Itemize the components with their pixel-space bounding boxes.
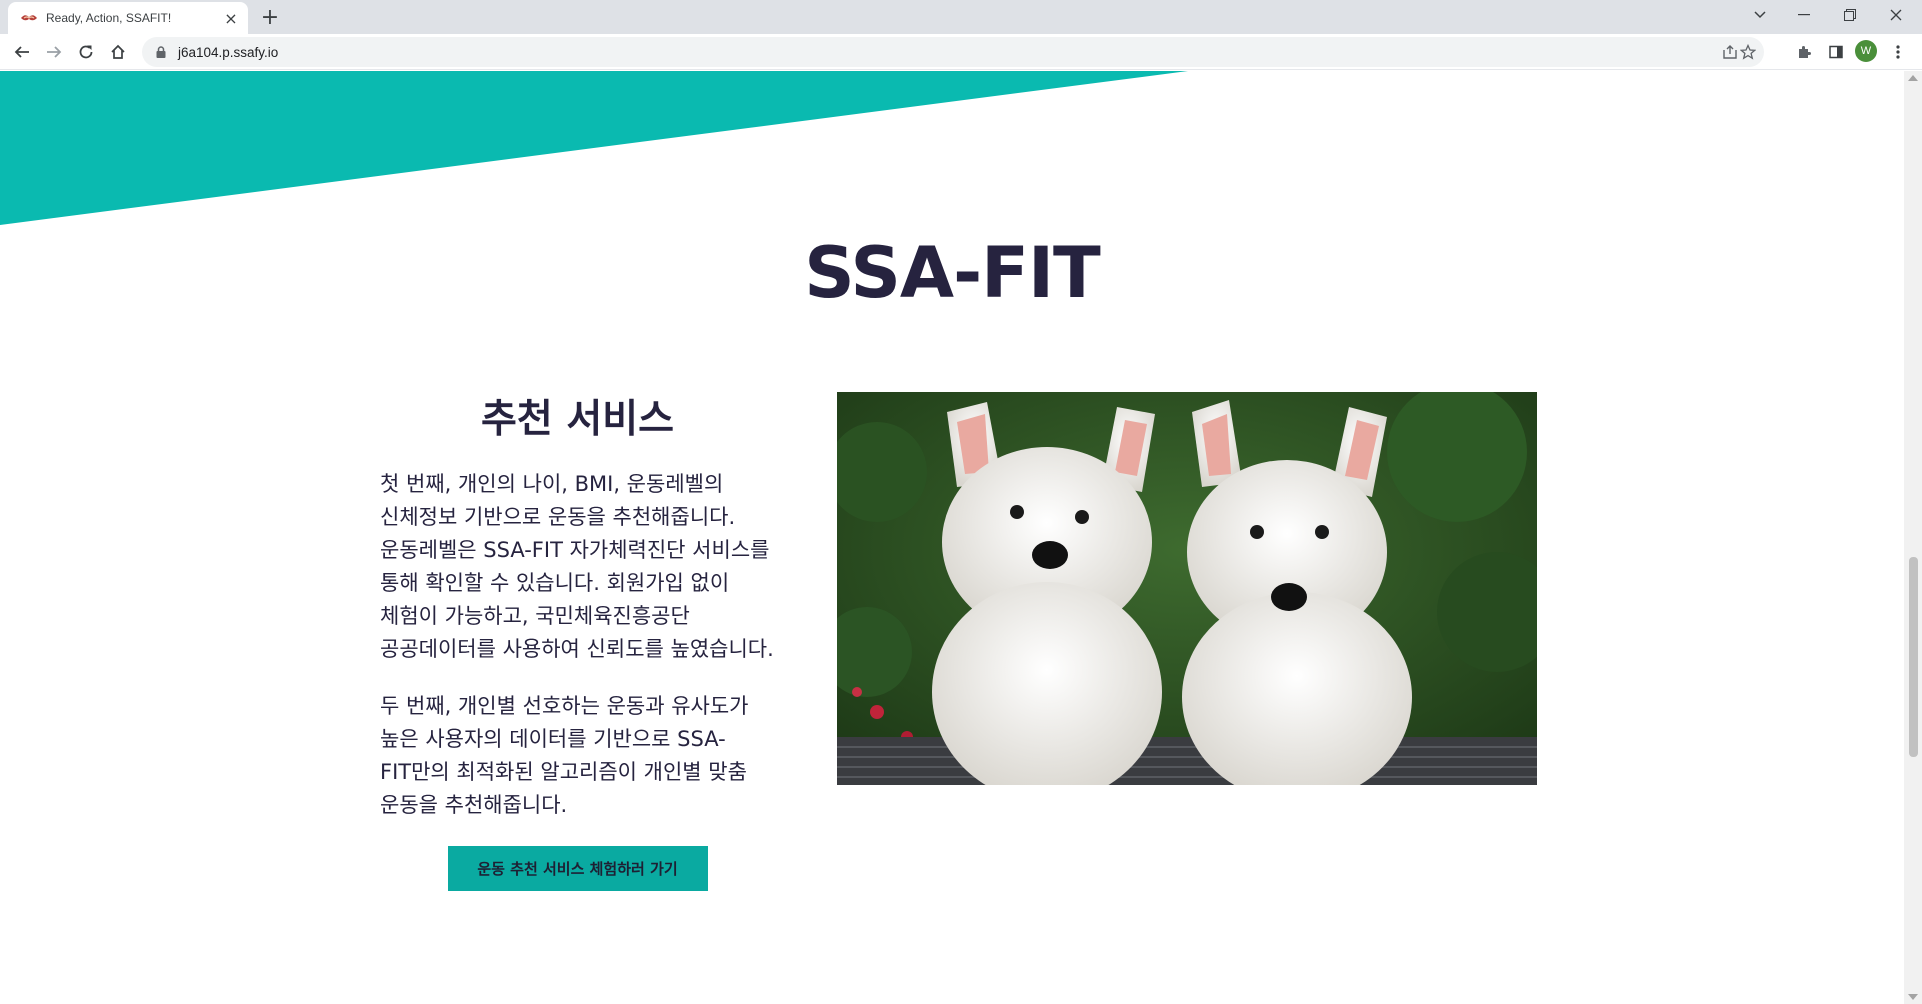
- scroll-down-icon[interactable]: [1908, 994, 1918, 1000]
- side-panel-icon[interactable]: [1822, 38, 1850, 66]
- tab-title: Ready, Action, SSAFIT!: [46, 11, 172, 25]
- extensions-icon[interactable]: [1790, 38, 1818, 66]
- try-recommend-button[interactable]: 운동 추천 서비스 체험하러 가기: [447, 846, 708, 891]
- recommend-section: 추천 서비스 첫 번째, 개인의 나이, BMI, 운동레벨의 신체정보 기반으…: [380, 388, 775, 891]
- tab-strip: Ready, Action, SSAFIT! × +: [0, 0, 1922, 34]
- new-tab-icon[interactable]: +: [258, 5, 282, 30]
- description-paragraph-2: 두 번째, 개인별 선호하는 운동과 유사도가 높은 사용자의 데이터를 기반으…: [380, 694, 749, 817]
- page-scrollbar[interactable]: [1904, 71, 1922, 1004]
- minimize-icon[interactable]: [1784, 0, 1824, 30]
- browser-toolbar: j6a104.p.ssafy.io: [0, 34, 1922, 70]
- close-icon[interactable]: ×: [222, 9, 240, 28]
- window-close-icon[interactable]: [1876, 0, 1916, 30]
- reload-icon[interactable]: [72, 38, 100, 66]
- restore-icon[interactable]: [1830, 0, 1870, 30]
- home-icon[interactable]: [104, 38, 132, 66]
- forward-icon[interactable]: [40, 38, 68, 66]
- profile-avatar[interactable]: W: [1855, 40, 1877, 62]
- page-viewport: SSA-FIT 추천 서비스 첫 번째, 개인의 나이, BMI, 운동레벨의 …: [0, 71, 1904, 1004]
- favicon-icon: [21, 15, 37, 21]
- bookmark-star-icon[interactable]: [1734, 37, 1762, 67]
- puppies-photo: [837, 392, 1537, 785]
- scroll-thumb[interactable]: [1909, 557, 1918, 757]
- url-text: j6a104.p.ssafy.io: [178, 44, 279, 60]
- description-paragraph-1: 첫 번째, 개인의 나이, BMI, 운동레벨의 신체정보 기반으로 운동을 추…: [380, 472, 774, 661]
- hero-wedge-decoration: [0, 71, 1188, 225]
- browser-tab[interactable]: Ready, Action, SSAFIT! ×: [8, 2, 248, 34]
- address-bar[interactable]: j6a104.p.ssafy.io: [142, 37, 1764, 67]
- lock-icon: [156, 46, 166, 58]
- menu-icon[interactable]: [1884, 38, 1912, 66]
- scroll-up-icon[interactable]: [1908, 75, 1918, 81]
- tab-search-icon[interactable]: [1740, 0, 1780, 30]
- page-title: SSA-FIT: [804, 232, 1101, 314]
- back-icon[interactable]: [8, 38, 36, 66]
- section-heading: 추천 서비스: [481, 397, 674, 442]
